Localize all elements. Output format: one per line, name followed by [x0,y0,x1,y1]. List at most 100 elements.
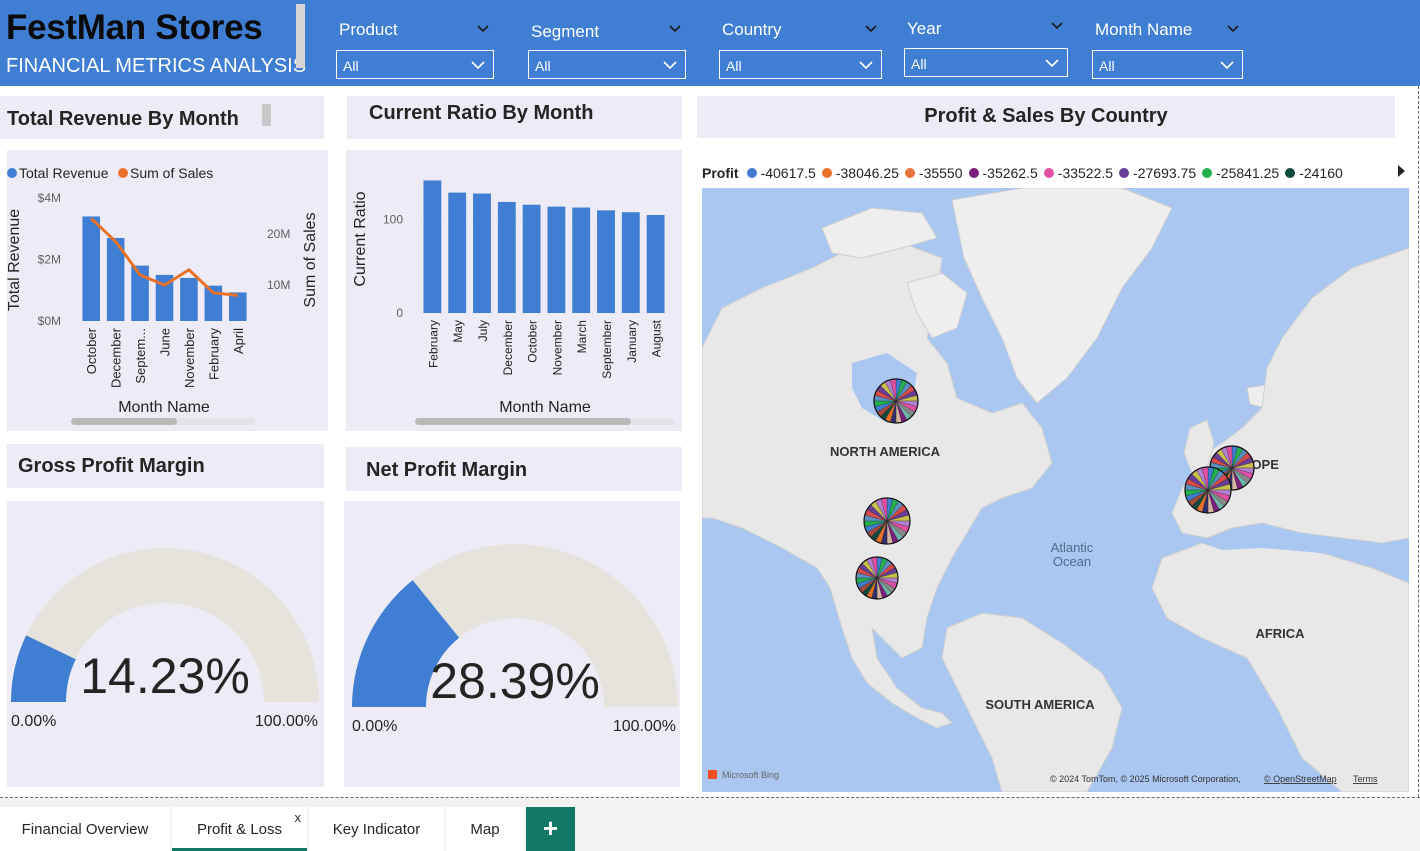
revenue-chart-panel[interactable]: Total Revenue Sum of Sales $0M $2M $4M 10M 20M… [6,150,328,431]
chevron-down-icon[interactable] [1050,19,1064,33]
map-legend[interactable]: Profit -40617.5 -38046.25 -35550 -35262.… [702,162,1349,184]
close-icon[interactable]: x [295,810,302,825]
x-tick-label: June [158,328,173,356]
gross-gauge-panel[interactable]: 14.23% 0.00% 100.00% [7,501,324,787]
net-gauge-panel[interactable]: 28.39% 0.00% 100.00% [344,501,680,787]
chevron-down-icon[interactable] [476,22,490,36]
slicer-month-name-value: All [1099,58,1115,74]
ratio-bar [597,210,615,313]
x-tick-label: September [600,320,614,379]
revenue-panel-header: Total Revenue By Month [0,96,324,139]
add-page-button[interactable]: + [526,807,575,851]
chevron-down-icon [859,61,873,70]
legend-value: -40617.5 [760,165,816,181]
legend-dot [1119,168,1130,178]
slicer-year-label: Year [907,19,942,38]
ratio-bar [522,204,541,313]
legend-dot [904,168,915,178]
x-tick-label: December [109,327,124,388]
ratio-chart[interactable]: 0 100 Current Ratio February May July December… [346,150,682,431]
tab-profit-loss[interactable]: Profit & Loss x [172,807,307,851]
ratio-bar [547,206,566,313]
slicer-segment-dropdown[interactable]: All [528,50,686,79]
pie-marker[interactable] [863,497,911,545]
chevron-down-icon [1045,59,1059,68]
ratio-bar [572,207,591,313]
header-divider [296,4,305,68]
y-tick-label: $4M [38,191,61,205]
ratio-panel-header: Current Ratio By Month [347,96,682,139]
osm-link[interactable]: © OpenStreetMap [1264,774,1337,784]
legend-value: -38046.25 [835,165,899,181]
legend-item[interactable]: -24160 [1285,165,1343,181]
net-panel-header: Net Profit Margin [346,447,682,491]
revenue-scrollbar-thumb[interactable] [71,418,177,425]
region-label-africa: AFRICA [1255,626,1305,641]
ratio-panel-title: Current Ratio By Month [369,102,594,124]
legend-item[interactable]: -35550 [904,165,963,181]
pie-marker[interactable] [855,556,899,600]
map-panel-title: Profit & Sales By Country [924,105,1168,127]
x-tick-label: May [451,320,465,343]
ratio-scrollbar-thumb[interactable] [415,418,631,425]
ocean-label-line-1: Atlantic [1051,540,1094,555]
slicer-year-dropdown[interactable]: All [904,48,1068,77]
x-axis-title: Month Name [118,399,210,416]
chevron-down-icon [1220,61,1234,70]
net-panel-title: Net Profit Margin [366,459,528,481]
gauge-value: 28.39% [430,653,600,709]
legend-item[interactable]: -25841.25 [1202,165,1279,181]
chevron-down-icon[interactable] [1226,22,1240,36]
microsoft-logo-icon [708,770,717,779]
slicer-product-dropdown[interactable]: All [336,50,494,79]
map-attribution: © 2024 TomTom, © 2025 Microsoft Corporat… [1050,774,1241,784]
revenue-panel-divider [262,104,271,126]
bing-attribution: Microsoft Bing [722,770,779,780]
tab-financial-overview[interactable]: Financial Overview [0,807,170,851]
gross-margin-gauge[interactable]: 14.23% 0.00% 100.00% [7,501,324,787]
slicer-segment-label: Segment [531,22,600,41]
world-map[interactable]: NORTH AMERICA EUROPE AFRICA SOUTH AMERIC… [702,188,1409,792]
ratio-bar [448,192,467,313]
tab-label: Financial Overview [21,821,149,838]
tab-map[interactable]: Map [446,807,524,851]
revenue-bar [180,277,198,321]
legend-item[interactable]: -33522.5 [1043,165,1113,181]
revenue-bar [82,216,101,321]
chevron-down-icon[interactable] [864,22,878,36]
slicer-product-value: All [343,58,359,74]
gauge-min-label: 0.00% [352,718,397,735]
x-tick-label: February [426,320,440,368]
map-panel-header: Profit & Sales By Country [697,96,1395,138]
ratio-chart-panel[interactable]: 0 100 Current Ratio February May July December… [346,150,682,431]
legend-item[interactable]: -27693.75 [1119,165,1196,181]
slicer-month-name-dropdown[interactable]: All [1092,50,1243,79]
revenue-bar [228,292,247,321]
legend-item[interactable]: -38046.25 [821,165,899,181]
y2-tick-label: 20M [267,227,290,241]
pie-marker[interactable] [873,378,919,424]
chevron-down-icon[interactable] [668,22,682,36]
revenue-panel-title: Total Revenue By Month [7,108,239,130]
ratio-bar [497,201,516,313]
terms-link[interactable]: Terms [1353,774,1378,784]
map-canvas[interactable]: NORTH AMERICA EUROPE AFRICA SOUTH AMERIC… [702,188,1409,792]
slicer-country-dropdown[interactable]: All [719,50,882,79]
net-margin-gauge[interactable]: 28.39% 0.00% 100.00% [344,501,680,787]
gauge-max-label: 100.00% [613,718,676,735]
x-tick-label: October [526,320,540,363]
slicer-month-name-label: Month Name [1095,20,1193,39]
gross-panel-title: Gross Profit Margin [18,455,205,477]
pie-marker[interactable] [1184,466,1232,514]
report-header: FestMan Stores FINANCIAL METRICS ANALYSI… [0,0,1420,86]
legend-item[interactable]: -35262.5 [968,165,1038,181]
x-tick-label: November [550,320,564,375]
tab-key-indicator[interactable]: Key Indicator [309,807,444,851]
revenue-chart[interactable]: Total Revenue Sum of Sales $0M $2M $4M 10M 20M… [6,150,328,431]
y-tick-label: 100 [383,213,403,227]
x-tick-label: July [476,320,490,341]
legend-next-arrow-icon[interactable] [1398,165,1405,177]
legend-item[interactable]: -40617.5 [746,165,816,181]
x-tick-label: Septem... [133,328,148,384]
legend-value: -24160 [1299,165,1343,181]
